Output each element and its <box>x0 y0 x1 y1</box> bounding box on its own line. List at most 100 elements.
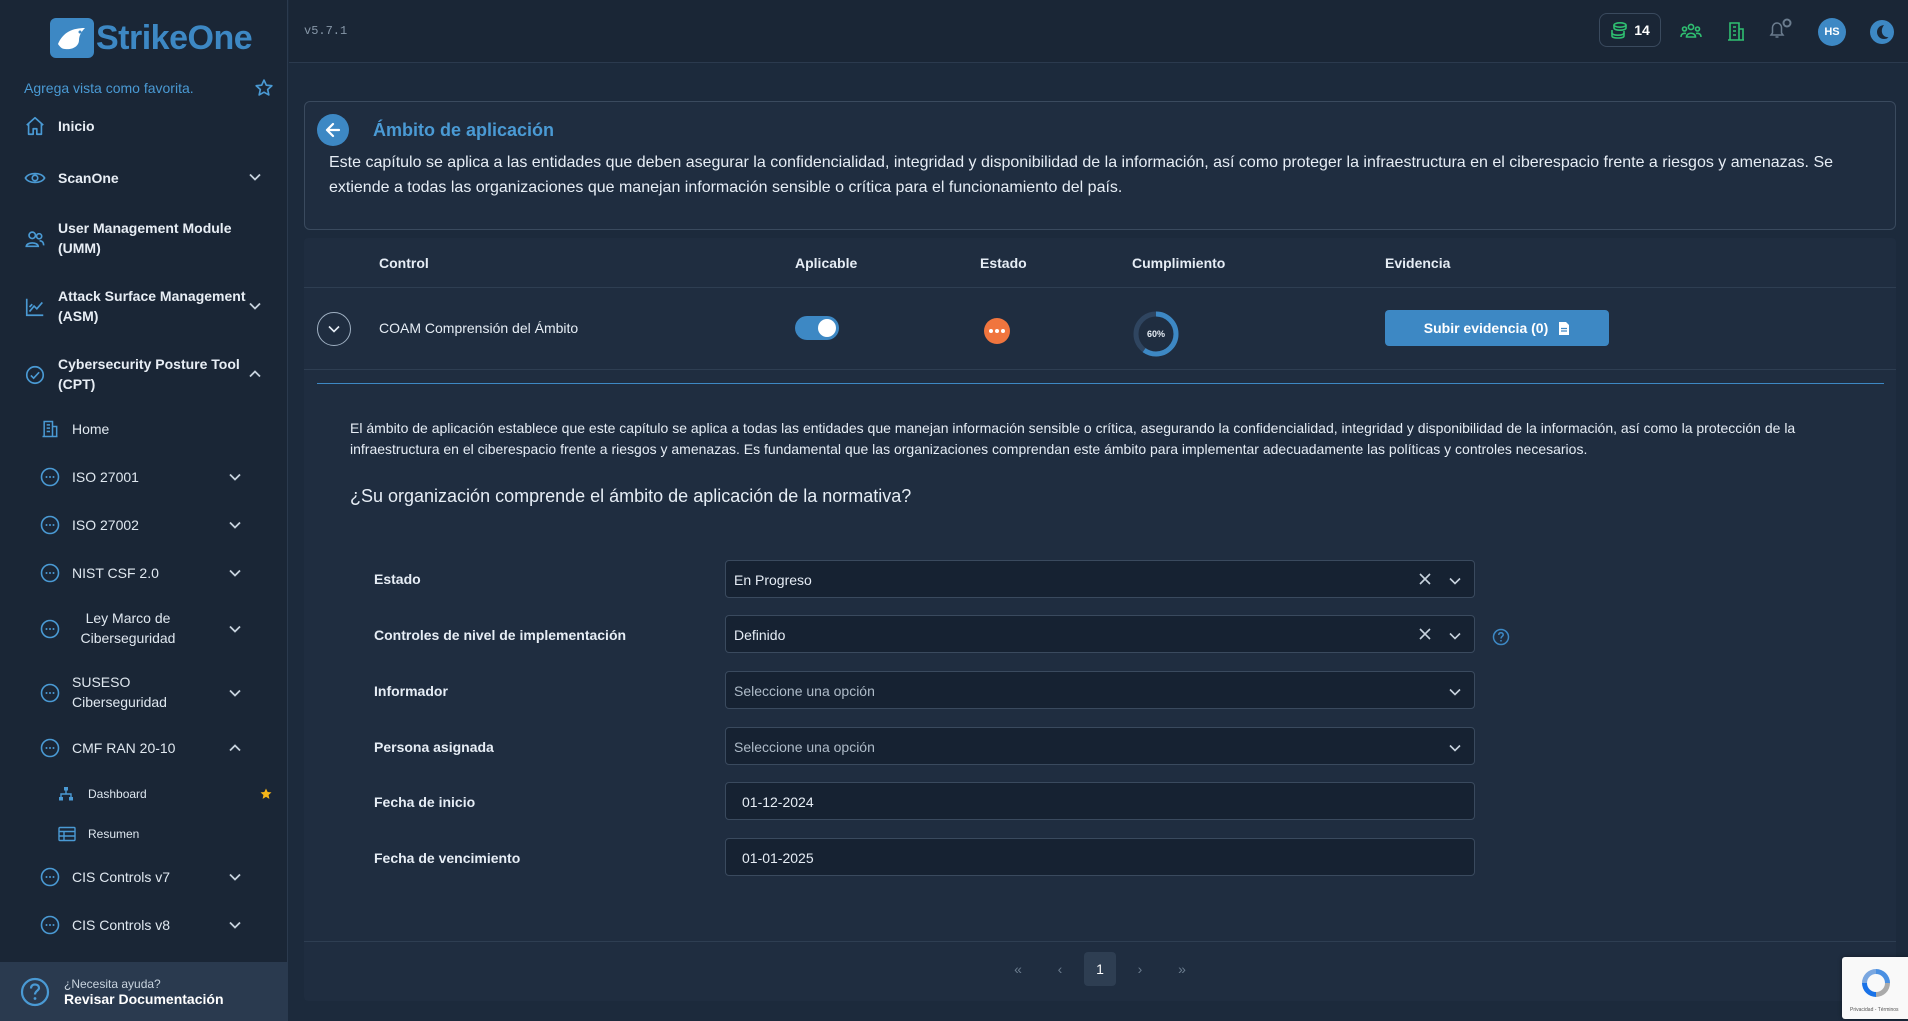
first-page-button[interactable]: « <box>1002 952 1034 986</box>
check-circle-icon <box>24 364 46 386</box>
estado-status-icon[interactable] <box>984 318 1010 344</box>
col-cumplimiento: Cumplimiento <box>1132 255 1226 271</box>
sidebar-item-nist-csf[interactable]: NIST CSF 2.0 <box>0 562 288 584</box>
sidebar-item-label: User Management Module (UMM) <box>58 220 232 256</box>
vencimiento-value: 01-01-2025 <box>742 850 814 866</box>
sidebar-item-iso-27002[interactable]: ISO 27002 <box>0 514 288 536</box>
sidebar-item-cpt[interactable]: Cybersecurity Posture Tool (CPT) <box>0 354 288 396</box>
team-icon[interactable] <box>1680 21 1702 41</box>
sidebar-item-scanone[interactable]: ScanOne <box>0 166 288 190</box>
inicio-value: 01-12-2024 <box>742 794 814 810</box>
recaptcha-text: Privacidad - Términos <box>1850 1007 1899 1013</box>
chevron-down-icon <box>1448 574 1462 588</box>
prev-page-button[interactable]: ‹ <box>1044 952 1076 986</box>
expand-row-button[interactable] <box>317 312 351 346</box>
sidebar-leaf-label: Dashboard <box>88 787 147 801</box>
vencimiento-label: Fecha de vencimiento <box>374 850 521 866</box>
eye-icon <box>24 167 46 189</box>
bell-icon[interactable] <box>1767 18 1795 42</box>
sidebar-item-inicio[interactable]: Inicio <box>0 114 288 138</box>
bird-logo-icon <box>50 18 94 58</box>
help-icon[interactable] <box>1492 628 1510 646</box>
clear-icon[interactable] <box>1418 572 1432 586</box>
estado-select[interactable]: En Progreso <box>725 560 1475 598</box>
sidebar-item-umm[interactable]: User Management Module (UMM) <box>0 218 288 260</box>
sidebar-item-cmf-ran[interactable]: CMF RAN 20-10 <box>0 737 288 759</box>
chevron-down-icon <box>1448 685 1462 699</box>
col-estado: Estado <box>980 255 1027 271</box>
sidebar-sub-label: SUSESO Ciberseguridad <box>72 674 167 710</box>
scope-card: Ámbito de aplicación Este capítulo se ap… <box>304 101 1896 230</box>
col-control: Control <box>379 255 429 271</box>
nivel-value: Definido <box>734 627 786 643</box>
upload-evidence-label: Subir evidencia (0) <box>1423 320 1549 336</box>
user-avatar[interactable]: HS <box>1818 18 1846 46</box>
sidebar-sub-label: CIS Controls v7 <box>72 869 171 885</box>
informador-label: Informador <box>374 683 448 699</box>
question-circle-icon <box>20 977 50 1007</box>
favorite-row: Agrega vista como favorita. <box>24 78 274 98</box>
last-page-button[interactable]: » <box>1166 952 1198 986</box>
sidebar-sub-label: ISO 27001 <box>72 469 139 485</box>
sidebar-item-asm[interactable]: Attack Surface Management (ASM) <box>0 286 288 328</box>
estado-label: Estado <box>374 571 421 587</box>
next-page-button[interactable]: › <box>1124 952 1156 986</box>
chevron-down-icon <box>1448 629 1462 643</box>
control-name: COAM Comprensión del Ámbito <box>379 320 579 336</box>
sidebar-item-resumen[interactable]: Resumen <box>0 825 288 843</box>
chevron-down-icon <box>248 170 262 184</box>
sidebar-item-label: Inicio <box>58 118 95 134</box>
sidebar-sub-label: CMF RAN 20-10 <box>72 740 176 756</box>
favorite-hint: Agrega vista como favorita. <box>24 80 194 96</box>
dots-circle-icon <box>40 563 60 583</box>
recaptcha-badge[interactable]: Privacidad - Términos <box>1842 957 1908 1019</box>
sidebar-item-cpt-home[interactable]: Home <box>0 418 288 440</box>
informador-select[interactable]: Seleccione una opción <box>725 671 1475 709</box>
credits-badge[interactable]: 14 <box>1599 13 1661 47</box>
sidebar-sub-label: NIST CSF 2.0 <box>72 565 159 581</box>
star-outline-icon[interactable] <box>254 78 274 98</box>
table-row: COAM Comprensión del Ámbito 60% Subir ev… <box>304 288 1896 370</box>
top-bar: v5.7.1 14 HS <box>289 0 1908 63</box>
arrow-left-icon <box>325 122 341 138</box>
detail-question: ¿Su organización comprende el ámbito de … <box>350 486 912 506</box>
inicio-date-input[interactable]: 01-12-2024 <box>725 782 1475 820</box>
asignada-label: Persona asignada <box>374 739 494 755</box>
brand-logo[interactable]: StrikeOne <box>50 14 253 62</box>
controls-table: Control Aplicable Estado Cumplimiento Ev… <box>304 238 1896 1001</box>
sidebar-item-dashboard[interactable]: Dashboard <box>0 785 288 803</box>
home-icon <box>24 115 46 137</box>
nivel-select[interactable]: Definido <box>725 615 1475 653</box>
help-documentation-link[interactable]: ¿Necesita ayuda? Revisar Documentación <box>0 962 288 1021</box>
vencimiento-date-input[interactable]: 01-01-2025 <box>725 838 1475 876</box>
upload-evidence-button[interactable]: Subir evidencia (0) <box>1385 310 1609 346</box>
sidebar-item-iso-27001[interactable]: ISO 27001 <box>0 466 288 488</box>
sidebar-item-cis-v8[interactable]: CIS Controls v8 <box>0 914 288 936</box>
clear-icon[interactable] <box>1418 627 1432 641</box>
aplicable-toggle[interactable] <box>795 316 839 340</box>
sidebar-item-cis-v7[interactable]: CIS Controls v7 <box>0 866 288 888</box>
chevron-down-icon <box>228 566 242 580</box>
chevron-up-icon <box>228 741 242 755</box>
back-button[interactable] <box>317 114 349 146</box>
asignada-select[interactable]: Seleccione una opción <box>725 727 1475 765</box>
sidebar: StrikeOne Agrega vista como favorita. In… <box>0 0 288 1021</box>
sidebar-item-suseso[interactable]: SUSESO Ciberseguridad <box>0 672 288 714</box>
toggle-knob <box>818 319 836 337</box>
attack-surface-icon <box>24 296 46 318</box>
dots-circle-icon <box>40 467 60 487</box>
moon-icon[interactable] <box>1869 19 1895 45</box>
sidebar-item-ley-marco[interactable]: Ley Marco de Ciberseguridad <box>0 608 288 650</box>
sidebar-sub-label: CIS Controls v8 <box>72 917 171 933</box>
organization-icon[interactable] <box>1727 21 1745 41</box>
compliance-percent: 60% <box>1146 329 1165 339</box>
current-page-button[interactable]: 1 <box>1084 952 1116 986</box>
scope-description: Este capítulo se aplica a las entidades … <box>329 154 1834 196</box>
sidebar-item-label: ScanOne <box>58 170 119 186</box>
inicio-label: Fecha de inicio <box>374 794 476 810</box>
sidebar-sub-label: Home <box>72 421 110 437</box>
star-filled-icon[interactable] <box>259 787 273 801</box>
col-aplicable: Aplicable <box>795 255 858 271</box>
chevron-up-icon <box>248 367 262 381</box>
dots-circle-icon <box>40 683 60 703</box>
